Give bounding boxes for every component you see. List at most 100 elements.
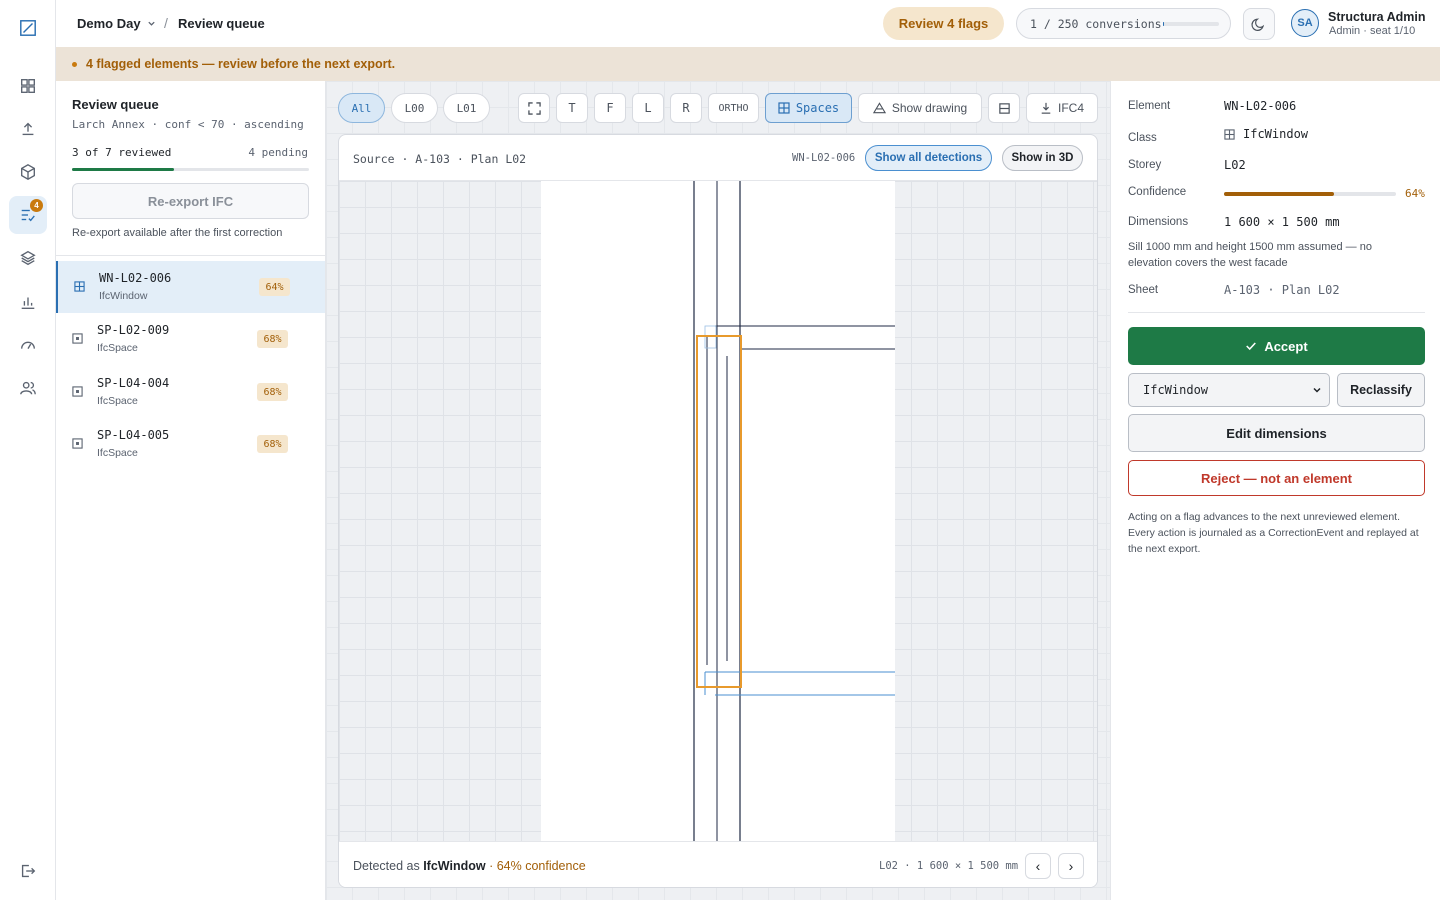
card-footer: Detected as IfcWindow · 64% confidence L… xyxy=(339,841,1097,887)
theme-toggle-button[interactable] xyxy=(1243,8,1275,40)
detected-as-label: Detected as xyxy=(353,859,420,873)
spaces-toggle[interactable]: Spaces xyxy=(765,93,852,123)
detected-class: IfcWindow xyxy=(423,859,486,873)
edit-dimensions-button[interactable]: Edit dimensions xyxy=(1128,414,1425,452)
divider xyxy=(1128,312,1425,313)
show-in-3d-button[interactable]: Show in 3D xyxy=(1002,145,1083,171)
chevron-down-icon xyxy=(147,21,155,26)
avatar[interactable]: SA xyxy=(1291,9,1319,37)
level-filter-all[interactable]: All xyxy=(338,93,385,123)
window-icon xyxy=(1224,128,1235,140)
conversions-meter xyxy=(1163,22,1219,26)
card-header: Source · A-103 · Plan L02 WN-L02-006 Sho… xyxy=(339,135,1097,181)
class-select-value: IfcWindow xyxy=(1143,383,1209,397)
show-all-detections-button[interactable]: Show all detections xyxy=(865,145,992,171)
conversions-meter-fill xyxy=(1163,22,1165,26)
action-help-text: Acting on a flag advances to the next un… xyxy=(1128,511,1419,555)
accept-button[interactable]: Accept xyxy=(1128,327,1425,365)
view-front-button[interactable]: F xyxy=(594,93,626,123)
viewer-area: All L00 L01 T F L R ORTHO Spaces Show dr… xyxy=(326,81,1110,900)
accept-label: Accept xyxy=(1264,338,1308,354)
drawing-canvas[interactable] xyxy=(339,181,1097,841)
show-drawing-toggle[interactable]: Show drawing xyxy=(858,93,982,123)
queue-item-id: WN-L02-006 xyxy=(99,271,172,285)
dashboard-icon[interactable] xyxy=(9,67,47,105)
reexport-note: Re-export available after the first corr… xyxy=(72,227,283,239)
sheet-value: A-103 · Plan L02 xyxy=(1224,283,1340,297)
space-icon xyxy=(778,102,790,114)
breadcrumb-separator: / xyxy=(164,15,168,31)
moon-icon xyxy=(1251,18,1265,31)
top-header: Demo Day / Review queue Review 4 flags 1… xyxy=(56,0,1440,47)
confidence-badge: 68% xyxy=(257,383,288,401)
review-queue-icon[interactable]: 4 xyxy=(9,196,47,234)
queue-item-class: IfcSpace xyxy=(97,447,138,459)
dimensions-value: 1 600 × 1 500 mm xyxy=(1224,215,1340,229)
nav-rail: 4 xyxy=(0,0,56,900)
logo-icon[interactable] xyxy=(9,9,47,47)
confidence-badge: 68% xyxy=(257,435,288,453)
queue-item-class: IfcSpace xyxy=(97,395,138,407)
logout-icon[interactable] xyxy=(9,852,47,890)
space-icon xyxy=(72,386,83,397)
gauge-icon[interactable] xyxy=(9,326,47,364)
review-badge: 4 xyxy=(30,199,43,212)
confidence-bar-fill xyxy=(1224,192,1335,196)
expand-icon xyxy=(527,101,541,115)
class-select[interactable]: IfcWindow xyxy=(1128,373,1330,407)
next-element-button[interactable]: › xyxy=(1058,853,1084,879)
level-filter-l01[interactable]: L01 xyxy=(443,93,490,123)
storey-value: L02 xyxy=(1224,158,1246,172)
storey-label: Storey xyxy=(1128,159,1162,171)
sheet-label: Sheet xyxy=(1128,284,1159,296)
class-label: Class xyxy=(1128,132,1157,144)
conversions-label: 1 / 250 conversions xyxy=(1030,16,1162,31)
queue-item[interactable]: SP-L04-005 IfcSpace 68% xyxy=(56,418,325,470)
pending-count: 4 pending xyxy=(248,146,308,159)
divider xyxy=(56,255,325,256)
page-title: Review queue xyxy=(178,16,265,31)
floor-plan-linework xyxy=(693,181,895,841)
review-flags-button[interactable]: Review 4 flags xyxy=(883,7,1004,40)
view-right-button[interactable]: R xyxy=(670,93,702,123)
queue-item[interactable]: SP-L02-009 IfcSpace 68% xyxy=(56,313,325,365)
export-label: IFC4 xyxy=(1057,101,1084,115)
fit-view-button[interactable] xyxy=(518,93,550,123)
view-left-button[interactable]: L xyxy=(632,93,664,123)
panel-title: Review queue xyxy=(72,97,159,112)
review-progress-fill xyxy=(72,168,174,171)
drawing-icon xyxy=(872,102,886,114)
export-ifc4-button[interactable]: IFC4 xyxy=(1026,93,1098,123)
queue-filter: Larch Annex · conf < 70 · ascending xyxy=(72,118,304,131)
user-name: Structura Admin xyxy=(1328,10,1426,24)
model-cube-icon[interactable] xyxy=(9,153,47,191)
conversions-quota: 1 / 250 conversions xyxy=(1016,8,1231,39)
level-filter-l00[interactable]: L00 xyxy=(391,93,438,123)
confidence-bar xyxy=(1224,192,1396,196)
reject-button[interactable]: Reject — not an element xyxy=(1128,460,1425,496)
ortho-toggle[interactable]: ORTHO xyxy=(708,93,759,123)
window-icon xyxy=(74,281,85,292)
confidence-badge: 64% xyxy=(259,278,290,296)
reexport-ifc-button[interactable]: Re-export IFC xyxy=(72,183,309,219)
banner-text: 4 flagged elements — review before the n… xyxy=(86,57,396,71)
previous-element-button[interactable]: ‹ xyxy=(1025,853,1051,879)
queue-item[interactable]: SP-L04-004 IfcSpace 68% xyxy=(56,366,325,418)
queue-item-id: SP-L02-009 xyxy=(97,323,170,337)
layers-icon[interactable] xyxy=(9,239,47,277)
source-drawing-card: Source · A-103 · Plan L02 WN-L02-006 Sho… xyxy=(338,134,1098,888)
project-switcher[interactable]: Demo Day xyxy=(77,16,156,31)
view-top-button[interactable]: T xyxy=(556,93,588,123)
queue-item[interactable]: WN-L02-006 IfcWindow 64% xyxy=(56,261,325,313)
warning-dot-icon xyxy=(72,61,77,67)
download-icon xyxy=(1041,102,1051,114)
section-view-button[interactable] xyxy=(988,93,1020,123)
confidence-badge: 68% xyxy=(257,330,288,348)
upload-icon[interactable] xyxy=(9,110,47,148)
confidence-value: 64% xyxy=(1405,187,1425,200)
reclassify-button[interactable]: Reclassify xyxy=(1337,373,1425,407)
chart-icon[interactable] xyxy=(9,283,47,321)
element-value: WN-L02-006 xyxy=(1224,99,1297,113)
review-progress-bar xyxy=(72,168,309,171)
users-icon[interactable] xyxy=(9,369,47,407)
